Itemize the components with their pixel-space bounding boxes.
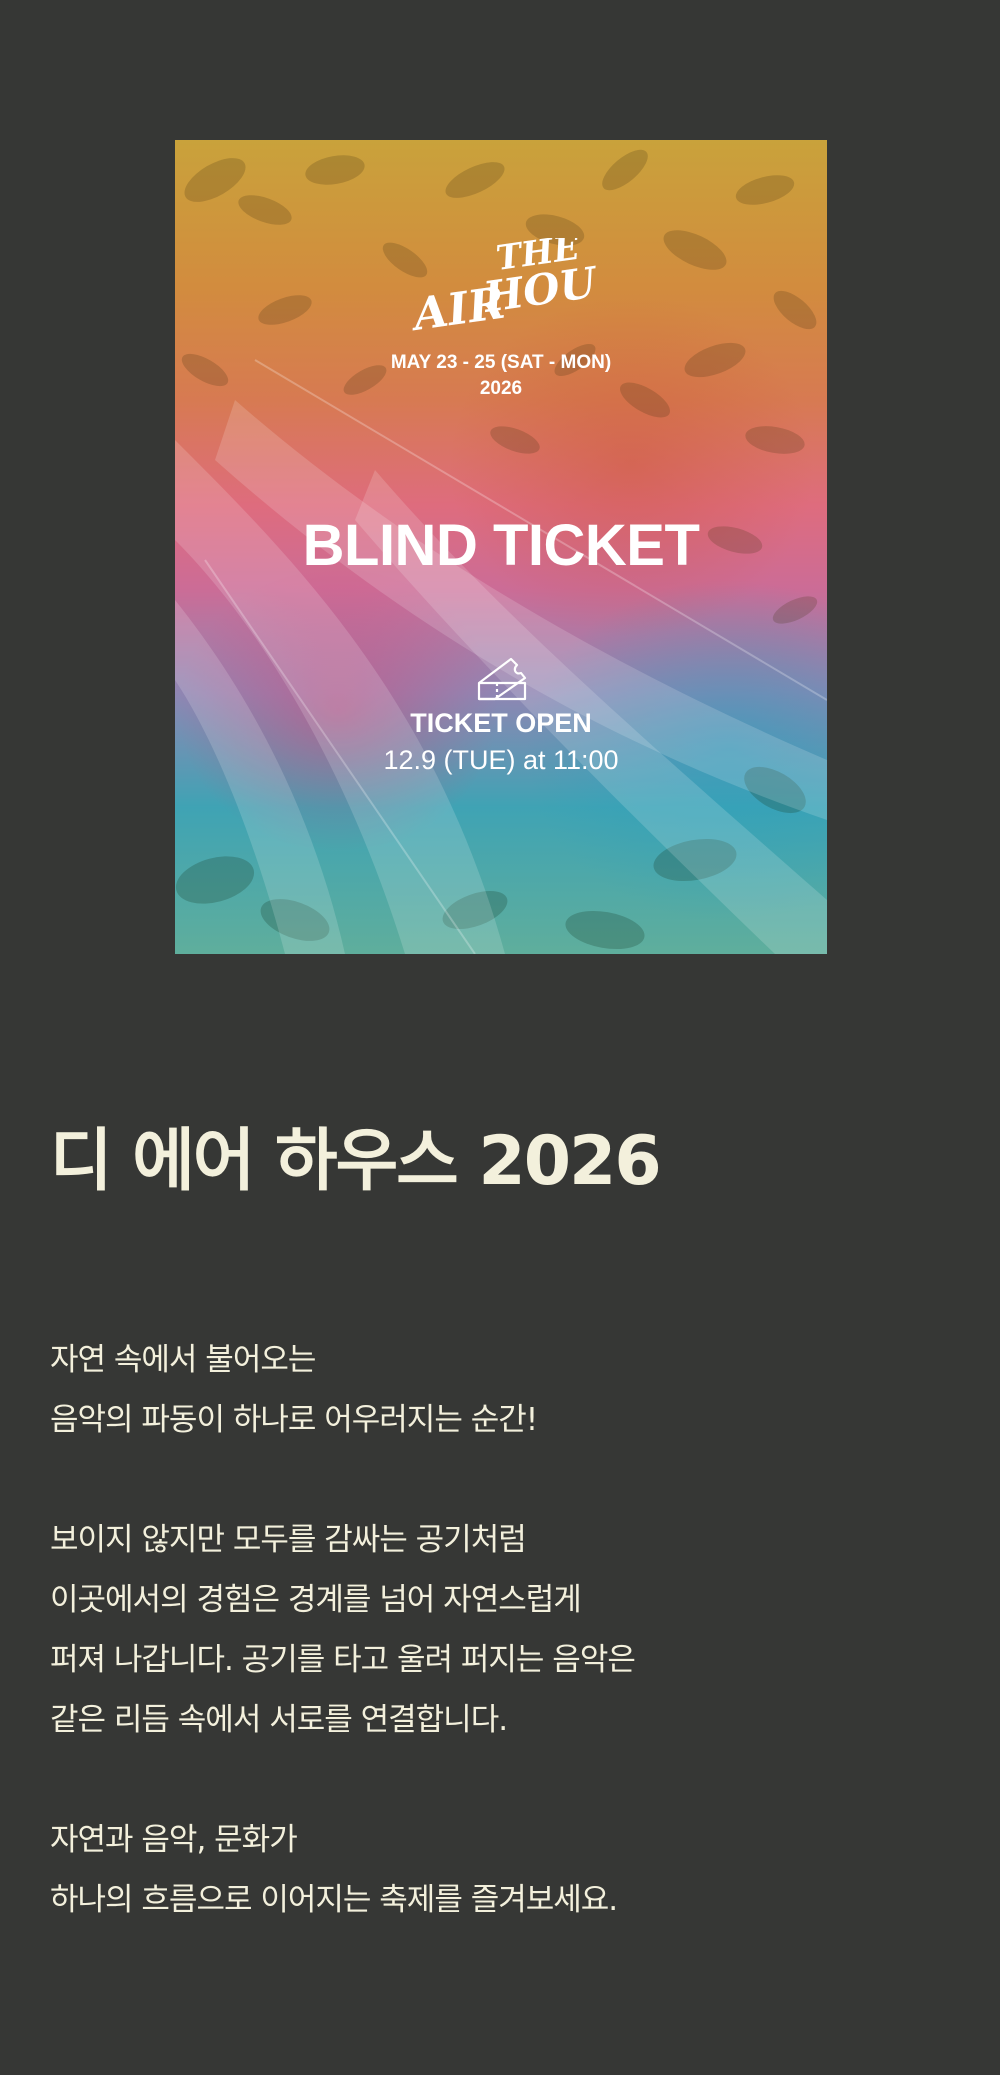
blind-ticket-title: BLIND TICKET	[302, 513, 700, 578]
description-line: 하나의 흐름으로 이어지는 축제를 즐겨보세요.	[50, 1882, 618, 1918]
description-line: 보이지 않지만 모두를 감싸는 공기처럼	[50, 1522, 527, 1558]
description-paragraph-1: 자연 속에서 불어오는 음악의 파동이 하나로 어우러지는 순간!	[50, 1330, 950, 1450]
page-title: 디 에어 하우스 2026	[50, 1122, 662, 1201]
ticket-open-date: 12.9 (TUE) at 11:00	[383, 745, 619, 775]
poster-event-dates: MAY 23 - 25 (SAT - MON) 2026	[175, 350, 827, 402]
description-line: 음악의 파동이 하나로 어우러지는 순간!	[50, 1402, 538, 1438]
event-poster-image: THE AIR HOUSE MAY 23 - 25 (SAT - MON) 20…	[175, 140, 827, 954]
description-line: 같은 리듬 속에서 서로를 연결합니다.	[50, 1702, 508, 1738]
description-line: 자연과 음악, 문화가	[50, 1822, 298, 1858]
event-description: 자연 속에서 불어오는 음악의 파동이 하나로 어우러지는 순간! 보이지 않지…	[50, 1330, 950, 1930]
description-line: 이곳에서의 경험은 경계를 넘어 자연스럽게	[50, 1582, 582, 1618]
ticket-open-label: TICKET OPEN	[410, 708, 592, 738]
description-line: 자연 속에서 불어오는	[50, 1342, 316, 1378]
description-line: 퍼져 나갑니다. 공기를 타고 울려 퍼지는 음악은	[50, 1642, 636, 1678]
ticket-icon	[477, 657, 527, 701]
description-paragraph-3: 자연과 음악, 문화가 하나의 흐름으로 이어지는 축제를 즐겨보세요.	[50, 1810, 950, 1930]
poster-year-line: 2026	[479, 378, 523, 399]
poster-dates-line: MAY 23 - 25 (SAT - MON)	[390, 352, 612, 373]
description-paragraph-2: 보이지 않지만 모두를 감싸는 공기처럼 이곳에서의 경험은 경계를 넘어 자연…	[50, 1510, 950, 1750]
the-air-house-logo: THE AIR HOUSE	[175, 238, 827, 348]
